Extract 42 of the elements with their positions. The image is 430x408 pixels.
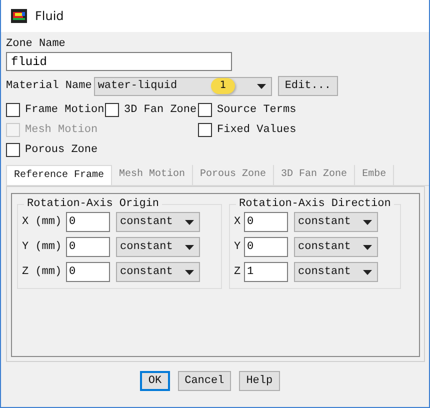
method-dropdown[interactable]: constant: [116, 262, 200, 282]
window-title: Fluid: [35, 9, 64, 23]
group-title: Rotation-Axis Direction: [238, 198, 392, 210]
checkbox[interactable]: Source Terms: [198, 102, 296, 118]
group-title: Rotation-Axis Origin: [26, 198, 160, 210]
value-field[interactable]: 0: [66, 212, 110, 232]
axis-label: Y: [234, 241, 242, 253]
value-field[interactable]: 0: [66, 262, 110, 282]
method-dropdown[interactable]: constant: [116, 237, 200, 257]
checkbox[interactable]: 3D Fan Zone: [105, 102, 198, 118]
caret-icon: [185, 220, 194, 224]
edit-button[interactable]: Edit...: [278, 76, 338, 96]
caret-icon: [256, 84, 266, 88]
axis-label: Y (mm): [22, 241, 63, 253]
value-field[interactable]: 0: [244, 237, 288, 257]
axis-label: X (mm): [22, 216, 63, 228]
value-field[interactable]: 1: [244, 262, 288, 282]
dialog-button[interactable]: OK: [140, 371, 170, 391]
caret-icon: [185, 270, 194, 274]
checkbox[interactable]: Frame Motion: [6, 102, 105, 118]
axis-label: Z (mm): [22, 266, 63, 278]
method-dropdown[interactable]: constant: [116, 212, 200, 232]
caret-icon: [363, 220, 372, 224]
dialog-button[interactable]: Help: [239, 371, 280, 391]
method-dropdown[interactable]: constant: [294, 212, 378, 232]
tab[interactable]: Reference Frame: [6, 165, 112, 185]
method-dropdown[interactable]: constant: [294, 262, 378, 282]
caret-icon: [185, 244, 194, 250]
field-label: Zone Name: [6, 37, 66, 51]
axis-label: X: [234, 216, 242, 228]
zone-name-field[interactable]: fluid: [6, 52, 232, 71]
method-dropdown[interactable]: constant: [294, 237, 378, 257]
value-field[interactable]: 0: [244, 212, 288, 232]
field-label: Material Name: [6, 79, 92, 93]
axis-label: Z: [234, 266, 242, 278]
checkbox[interactable]: Porous Zone: [6, 142, 105, 158]
app-icon: [11, 9, 27, 23]
value-field[interactable]: 0: [66, 237, 110, 257]
caret-icon: [363, 270, 372, 274]
caret-icon: [363, 244, 372, 250]
checkbox[interactable]: Fixed Values: [198, 122, 296, 138]
dialog-button[interactable]: Cancel: [178, 371, 232, 391]
